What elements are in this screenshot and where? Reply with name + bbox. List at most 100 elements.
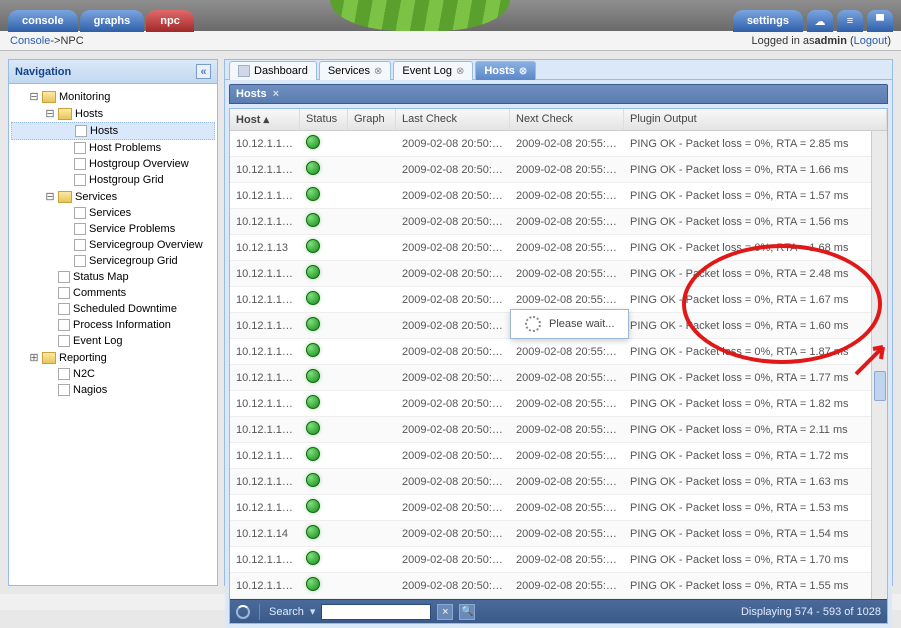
search-dropdown-icon[interactable]: ▾ xyxy=(310,605,316,618)
table-row[interactable]: 10.12.1.1292009-02-08 20:50:512009-02-08… xyxy=(230,209,871,235)
tree-label: Servicegroup Grid xyxy=(89,255,178,267)
folder-icon xyxy=(58,191,72,203)
plus-icon[interactable]: ⊞ xyxy=(29,351,39,364)
table-row[interactable]: 10.12.1.1372009-02-08 20:50:512009-02-08… xyxy=(230,443,871,469)
table-row[interactable]: 10.12.1.142009-02-08 20:50:522009-02-08 … xyxy=(230,521,871,547)
cell-next-check: 2009-02-08 20:55:57 xyxy=(510,394,624,414)
chart-icon[interactable]: ▀ xyxy=(867,10,893,32)
cell-plugin-output: PING OK - Packet loss = 0%, RTA = 1.77 m… xyxy=(624,368,871,388)
tree-node-comments[interactable]: Comments xyxy=(11,285,215,301)
vertical-scrollbar[interactable] xyxy=(871,131,887,599)
cell-host: 10.12.1.139 xyxy=(230,498,300,518)
tree-node-scheduled-downtime[interactable]: Scheduled Downtime xyxy=(11,301,215,317)
top-tab-console[interactable]: console xyxy=(8,10,78,32)
cell-next-check: 2009-02-08 20:55:57 xyxy=(510,368,624,388)
cell-last-check: 2009-02-08 20:50:51 xyxy=(396,264,510,284)
tree-node-hosts[interactable]: ⊟Hosts xyxy=(11,105,215,122)
tree-node-hosts[interactable]: Hosts xyxy=(11,122,215,140)
cell-status xyxy=(300,547,348,572)
tree-node-servicegroup-grid[interactable]: Servicegroup Grid xyxy=(11,253,215,269)
column-header-last-check[interactable]: Last Check xyxy=(396,109,510,130)
cell-status xyxy=(300,183,348,208)
cell-plugin-output: PING OK - Packet loss = 0%, RTA = 1.55 m… xyxy=(624,576,871,596)
tree-node-servicegroup-overview[interactable]: Servicegroup Overview xyxy=(11,237,215,253)
table-row[interactable]: 10.12.1.1272009-02-08 20:50:512009-02-08… xyxy=(230,157,871,183)
tree-node-service-problems[interactable]: Service Problems xyxy=(11,221,215,237)
cell-host: 10.12.1.137 xyxy=(230,446,300,466)
top-tab-graphs[interactable]: graphs xyxy=(80,10,145,32)
cell-next-check: 2009-02-08 20:55:57 xyxy=(510,576,624,596)
tab-event-log[interactable]: Event Log⊗ xyxy=(393,61,473,80)
tree-node-services[interactable]: Services xyxy=(11,205,215,221)
tree-node-status-map[interactable]: Status Map xyxy=(11,269,215,285)
top-tab-npc[interactable]: npc xyxy=(146,10,194,32)
search-input[interactable] xyxy=(321,604,431,620)
column-header-next-check[interactable]: Next Check xyxy=(510,109,624,130)
hosts-grid: Host ▴StatusGraphLast CheckNext CheckPlu… xyxy=(229,108,888,624)
tree-node-host-problems[interactable]: Host Problems xyxy=(11,140,215,156)
table-row[interactable]: 10.12.1.1412009-02-08 20:50:522009-02-08… xyxy=(230,573,871,599)
column-headers: Host ▴StatusGraphLast CheckNext CheckPlu… xyxy=(230,109,887,131)
table-row[interactable]: 10.12.1.1402009-02-08 20:50:522009-02-08… xyxy=(230,547,871,573)
cell-plugin-output: PING OK - Packet loss = 0%, RTA = 1.70 m… xyxy=(624,550,871,570)
status-ok-icon xyxy=(306,161,320,175)
cell-last-check: 2009-02-08 20:50:52 xyxy=(396,550,510,570)
status-ok-icon xyxy=(306,473,320,487)
close-tab-icon[interactable]: ⊗ xyxy=(374,66,382,77)
cell-last-check: 2009-02-08 20:50:51 xyxy=(396,238,510,258)
close-grid-icon[interactable]: × xyxy=(273,88,279,100)
table-row[interactable]: 10.12.1.132009-02-08 20:50:512009-02-08 … xyxy=(230,235,871,261)
minus-icon[interactable]: ⊟ xyxy=(45,190,55,203)
breadcrumb-console-link[interactable]: Console xyxy=(10,35,50,47)
table-row[interactable]: 10.12.1.1382009-02-08 20:50:512009-02-08… xyxy=(230,469,871,495)
tree-node-n2c[interactable]: N2C xyxy=(11,366,215,382)
tree-node-process-information[interactable]: Process Information xyxy=(11,317,215,333)
column-header-status[interactable]: Status xyxy=(300,109,348,130)
tree-node-reporting[interactable]: ⊞ Reporting xyxy=(11,349,215,366)
top-tab-settings[interactable]: settings xyxy=(733,10,803,32)
column-header-graph[interactable]: Graph xyxy=(348,109,396,130)
navigation-panel: Navigation « ⊟Monitoring⊟HostsHostsHost … xyxy=(8,59,218,586)
table-row[interactable]: 10.12.1.1262009-02-08 20:50:512009-02-08… xyxy=(230,131,871,157)
cloud-icon[interactable]: ☁ xyxy=(807,10,833,32)
menu-icon[interactable]: ≡ xyxy=(837,10,863,32)
minus-icon[interactable]: ⊟ xyxy=(29,90,39,103)
table-row[interactable]: 10.12.1.1332009-02-08 20:50:512009-02-08… xyxy=(230,339,871,365)
logout-link[interactable]: Logout xyxy=(854,35,888,47)
close-tab-icon[interactable]: ⊗ xyxy=(456,66,464,77)
tree-node-nagios[interactable]: Nagios xyxy=(11,382,215,398)
column-header-plugin-output[interactable]: Plugin Output xyxy=(624,109,887,130)
tab-services[interactable]: Services⊗ xyxy=(319,61,392,80)
loading-text: Please wait... xyxy=(549,318,614,330)
column-header-host[interactable]: Host ▴ xyxy=(230,109,300,130)
page-icon xyxy=(58,368,70,380)
tree-node-hostgroup-grid[interactable]: Hostgroup Grid xyxy=(11,172,215,188)
grid-rows: 10.12.1.1262009-02-08 20:50:512009-02-08… xyxy=(230,131,871,599)
cell-plugin-output: PING OK - Packet loss = 0%, RTA = 1.54 m… xyxy=(624,524,871,544)
clear-search-button[interactable]: × xyxy=(437,604,453,620)
close-tab-icon[interactable]: ⊗ xyxy=(519,66,527,77)
tab-dashboard[interactable]: Dashboard xyxy=(229,61,317,80)
tree-label: Reporting xyxy=(59,352,107,364)
collapse-nav-button[interactable]: « xyxy=(196,64,211,79)
table-row[interactable]: 10.12.1.1282009-02-08 20:50:512009-02-08… xyxy=(230,183,871,209)
table-row[interactable]: 10.12.1.1352009-02-08 20:50:512009-02-08… xyxy=(230,391,871,417)
page-icon xyxy=(58,271,70,283)
tab-hosts[interactable]: Hosts⊗ xyxy=(475,61,536,80)
cell-graph xyxy=(348,140,396,148)
table-row[interactable]: 10.12.1.1302009-02-08 20:50:512009-02-08… xyxy=(230,261,871,287)
run-search-button[interactable]: 🔍 xyxy=(459,604,475,620)
tree-node-monitoring[interactable]: ⊟Monitoring xyxy=(11,88,215,105)
table-row[interactable]: 10.12.1.1392009-02-08 20:50:512009-02-08… xyxy=(230,495,871,521)
cell-plugin-output: PING OK - Packet loss = 0%, RTA = 1.57 m… xyxy=(624,186,871,206)
minus-icon[interactable]: ⊟ xyxy=(45,107,55,120)
tree-node-event-log[interactable]: Event Log xyxy=(11,333,215,349)
cell-last-check: 2009-02-08 20:50:51 xyxy=(396,316,510,336)
cell-host: 10.12.1.129 xyxy=(230,212,300,232)
tree-node-hostgroup-overview[interactable]: Hostgroup Overview xyxy=(11,156,215,172)
cell-next-check: 2009-02-08 20:55:57 xyxy=(510,264,624,284)
scrollbar-thumb[interactable] xyxy=(874,371,886,401)
table-row[interactable]: 10.12.1.1342009-02-08 20:50:512009-02-08… xyxy=(230,365,871,391)
tree-node-services[interactable]: ⊟Services xyxy=(11,188,215,205)
table-row[interactable]: 10.12.1.1362009-02-08 20:50:512009-02-08… xyxy=(230,417,871,443)
